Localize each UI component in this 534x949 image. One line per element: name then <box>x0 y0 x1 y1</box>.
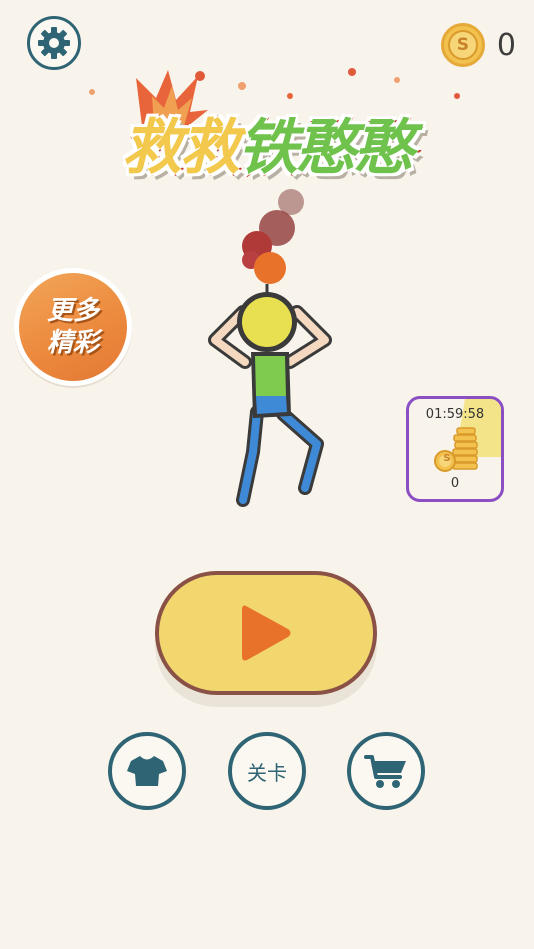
coin-icon: S <box>440 23 485 67</box>
more-games-button[interactable]: 更多 精彩 <box>14 268 132 386</box>
game-title: 救救铁憨憨 <box>62 68 472 196</box>
play-icon <box>242 605 291 661</box>
reward-amount: 0 <box>450 476 460 491</box>
title-part-2: 铁憨憨 <box>237 112 416 185</box>
title-part-1: 救救 <box>121 112 242 185</box>
coin-stack-icon <box>434 427 478 472</box>
more-games-line1: 更多 <box>46 296 99 326</box>
reward-coin-symbol: S <box>443 453 451 464</box>
fuse-spark <box>254 252 286 284</box>
gear-icon <box>38 27 70 59</box>
cart-icon <box>364 755 406 788</box>
stickman-character <box>208 189 332 507</box>
settings-button[interactable] <box>27 16 81 70</box>
reward-timer: 01:59:58 <box>425 407 485 422</box>
timed-reward-card[interactable]: 01:59:58 S 0 <box>406 396 504 502</box>
play-button[interactable] <box>155 571 377 695</box>
levels-button[interactable]: 关卡 <box>228 732 306 810</box>
shop-button[interactable] <box>347 732 425 810</box>
coin-count: 0 <box>496 27 516 63</box>
levels-label: 关卡 <box>247 760 287 785</box>
tshirt-icon <box>127 756 167 786</box>
skins-button[interactable] <box>108 732 186 810</box>
coin-counter: S 0 <box>440 20 516 70</box>
more-games-line2: 精彩 <box>46 328 99 358</box>
splatter-decoration <box>89 68 460 99</box>
